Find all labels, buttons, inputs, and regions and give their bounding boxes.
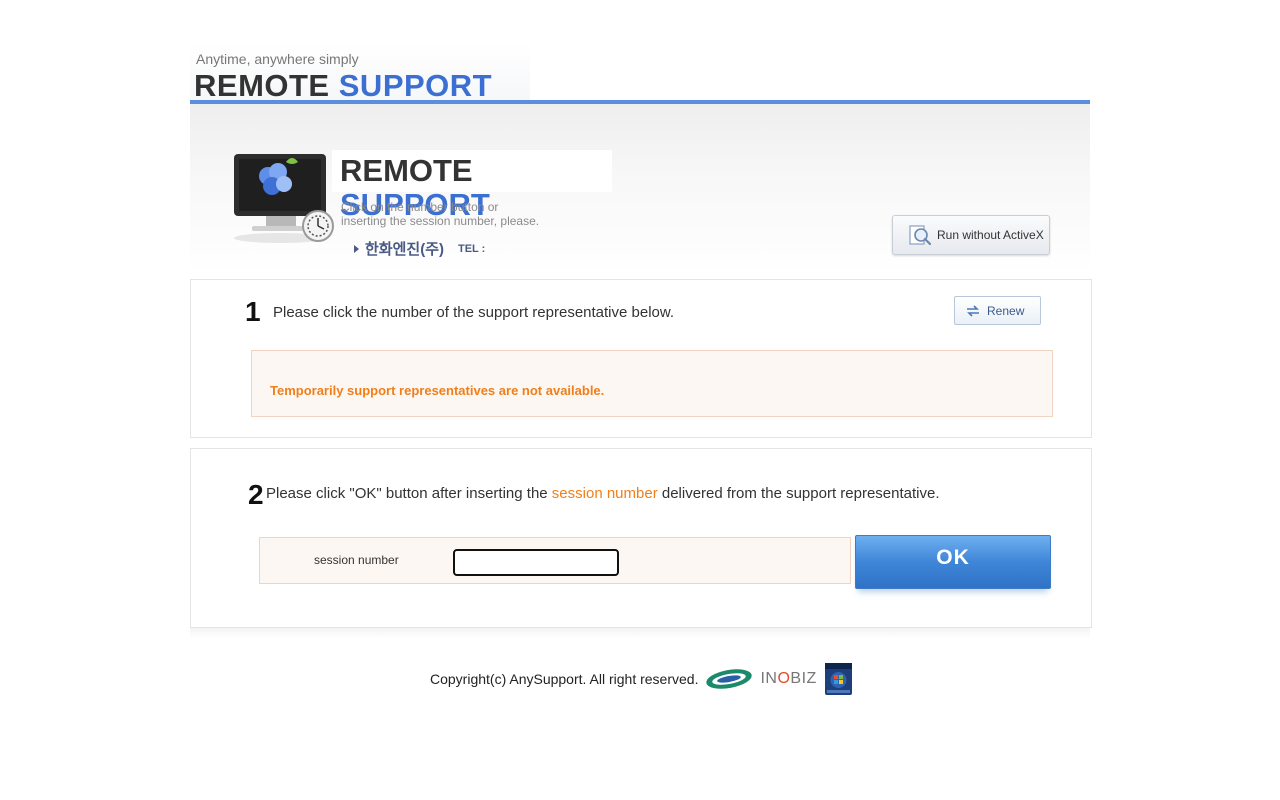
step1-panel: 1 Please click the number of the support… bbox=[190, 279, 1092, 438]
company-name: 한화엔진(주) bbox=[365, 241, 444, 258]
hero-title-part1: REMOTE bbox=[340, 153, 473, 188]
copyright-text: Copyright(c) AnySupport. All right reser… bbox=[430, 671, 699, 687]
notice-box: Temporarily support representatives are … bbox=[251, 350, 1053, 417]
run-without-activex-button[interactable]: Run without ActiveX bbox=[892, 215, 1050, 255]
session-box: session number bbox=[259, 537, 851, 584]
logo-title-part1: REMOTE bbox=[194, 68, 330, 103]
innobiz-part1: IN bbox=[760, 670, 778, 687]
innobiz-part3: BIZ bbox=[790, 670, 817, 687]
good-software-logo bbox=[706, 669, 753, 689]
top-logo: Anytime, anywhere simply REMOTE SUPPORT bbox=[190, 44, 530, 102]
ok-label: OK bbox=[936, 546, 970, 569]
run-without-activex-label: Run without ActiveX bbox=[937, 228, 1044, 242]
logo-title-part2: SUPPORT bbox=[338, 68, 493, 103]
renew-label: Renew bbox=[987, 303, 1025, 318]
step2-instruction: Please click "OK" button after inserting… bbox=[266, 485, 940, 502]
step2-panel: 2 Please click "OK" button after inserti… bbox=[190, 448, 1092, 628]
company-info: 한화엔진(주) TEL : bbox=[354, 238, 485, 259]
footer: Copyright(c) AnySupport. All right reser… bbox=[430, 662, 852, 696]
monitor-icon bbox=[234, 154, 334, 243]
hero-description: Click on the number button or inserting … bbox=[341, 200, 601, 228]
step1-number: 1 bbox=[245, 296, 261, 327]
session-number-input[interactable] bbox=[453, 549, 619, 576]
hero-desc-line2: inserting the session number, please. bbox=[341, 214, 540, 228]
renew-button[interactable]: Renew bbox=[954, 296, 1041, 325]
ok-button[interactable]: OK bbox=[855, 535, 1051, 589]
windows7-compatible-logo bbox=[824, 663, 852, 695]
tagline: Anytime, anywhere simply bbox=[196, 51, 359, 67]
step2-text-before: Please click "OK" button after inserting… bbox=[266, 485, 552, 502]
refresh-icon bbox=[967, 304, 979, 317]
step2-number: 2 bbox=[248, 479, 264, 510]
step2-text-after: delivered from the support representativ… bbox=[657, 485, 940, 502]
innobiz-logo: INOBIZ bbox=[760, 670, 816, 688]
logo-title: REMOTE SUPPORT bbox=[194, 70, 492, 102]
session-number-label: session number bbox=[314, 553, 399, 567]
step2-text-highlight: session number bbox=[551, 485, 658, 502]
innobiz-part2: O bbox=[777, 670, 791, 687]
panel-shadow bbox=[190, 628, 1090, 638]
arrow-right-icon bbox=[354, 244, 359, 253]
hero-desc-line1: Click on the number button or bbox=[341, 200, 499, 214]
step1-instruction: Please click the number of the support r… bbox=[273, 304, 675, 321]
notice-message: Temporarily support representatives are … bbox=[270, 383, 605, 398]
hero-title-box: REMOTE SUPPORT bbox=[332, 150, 612, 222]
magnifier-icon bbox=[909, 225, 932, 246]
tel-label: TEL : bbox=[458, 242, 486, 255]
